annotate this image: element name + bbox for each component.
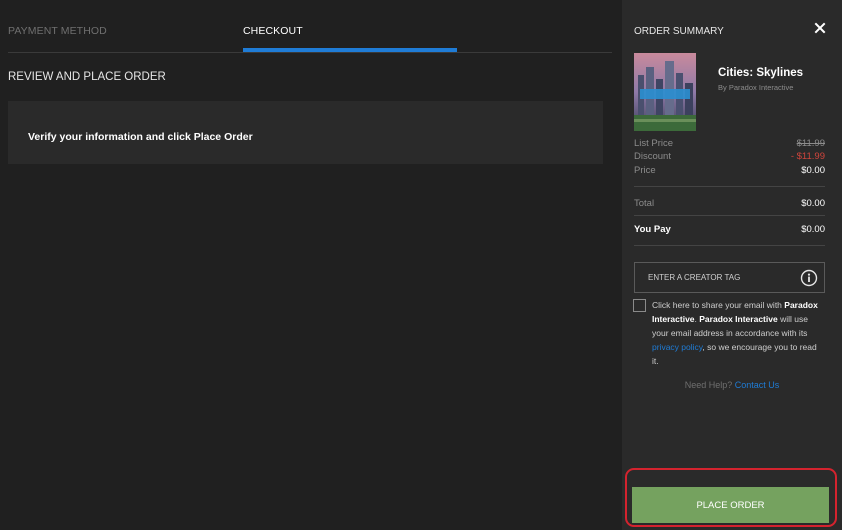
- order-summary-panel: ORDER SUMMARY Cities: Skylines By Parado…: [622, 0, 842, 530]
- discount-label: Discount: [634, 151, 671, 162]
- divider: [634, 245, 825, 246]
- info-button[interactable]: [800, 269, 818, 287]
- place-order-button[interactable]: PLACE ORDER: [632, 487, 829, 523]
- product-publisher: By Paradox Interactive: [718, 83, 794, 92]
- discount-row: Discount - $11.99: [634, 151, 825, 163]
- price-row: Price $0.00: [634, 165, 825, 177]
- tab-checkout[interactable]: CHECKOUT: [243, 25, 303, 37]
- divider: [634, 215, 825, 216]
- consent-company-name: Paradox Interactive: [699, 314, 778, 324]
- you-pay-row: You Pay $0.00: [634, 224, 825, 236]
- info-icon: [800, 269, 818, 287]
- checkout-tabs: PAYMENT METHOD CHECKOUT: [0, 0, 612, 53]
- total-row: Total $0.00: [634, 198, 825, 210]
- price-value: $0.00: [801, 165, 825, 176]
- game-cover-image: [634, 53, 696, 131]
- list-price-row: List Price $11.99: [634, 138, 825, 150]
- discount-value: - $11.99: [790, 151, 825, 162]
- review-title: REVIEW AND PLACE ORDER: [8, 71, 166, 83]
- close-icon: [814, 22, 826, 34]
- consent-text-part: Click here to share your email with: [652, 300, 785, 310]
- you-pay-label: You Pay: [634, 224, 671, 235]
- privacy-policy-link[interactable]: privacy policy: [652, 342, 702, 352]
- share-email-consent-text: Click here to share your email with Para…: [652, 298, 822, 368]
- divider: [634, 186, 825, 187]
- price-label: Price: [634, 165, 656, 176]
- creator-tag-field: [634, 262, 825, 293]
- total-value: $0.00: [801, 198, 825, 209]
- list-price-value: $11.99: [796, 138, 825, 149]
- order-summary-title: ORDER SUMMARY: [634, 26, 724, 37]
- verify-message-box: Verify your information and click Place …: [8, 101, 603, 164]
- need-help: Need Help? Contact Us: [622, 380, 842, 390]
- checkout-main: PAYMENT METHOD CHECKOUT REVIEW AND PLACE…: [0, 0, 622, 530]
- contact-us-link[interactable]: Contact Us: [735, 380, 780, 390]
- tabs-divider: [8, 52, 612, 53]
- share-email-checkbox[interactable]: [633, 299, 646, 312]
- product-name: Cities: Skylines: [718, 67, 804, 79]
- list-price-label: List Price: [634, 138, 674, 149]
- need-help-text: Need Help?: [684, 380, 735, 390]
- close-button[interactable]: [812, 20, 828, 36]
- total-label: Total: [634, 198, 655, 209]
- tab-payment-method[interactable]: PAYMENT METHOD: [8, 25, 107, 37]
- you-pay-value: $0.00: [801, 224, 825, 235]
- verify-message: Verify your information and click Place …: [28, 131, 253, 143]
- creator-tag-input[interactable]: [635, 263, 795, 292]
